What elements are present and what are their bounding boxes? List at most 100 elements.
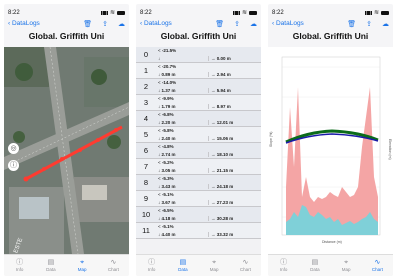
tab-chart[interactable]: ∿ Chart	[98, 255, 129, 276]
back-button[interactable]: ‹ DataLogs	[272, 20, 304, 27]
cloud-icon[interactable]: ☁	[382, 20, 389, 28]
table-row[interactable]: 3 < -9.9% ↓ 1.79 m → 8.97 m	[136, 95, 261, 111]
elevation-text: 4.18 m	[161, 215, 176, 221]
slope-value: < -20.7%	[158, 64, 177, 70]
elevation-text: 3.67 m	[161, 199, 176, 205]
wifi-icon: ≋	[109, 10, 115, 16]
distance-text: 33.32 m	[216, 231, 234, 237]
tab-data[interactable]: ▤ Data	[299, 255, 330, 276]
tab-chart[interactable]: ∿ Chart	[230, 255, 261, 276]
trash-icon[interactable]: 🗑	[83, 20, 92, 28]
trash-icon[interactable]: 🗑	[347, 20, 356, 28]
tab-label: Map	[77, 267, 87, 272]
table-row[interactable]: 5 < -5.8% ↓ 2.40 m → 15.06 m	[136, 127, 261, 143]
trash-icon[interactable]: 🗑	[215, 20, 224, 28]
tab-label: Data	[310, 267, 320, 272]
elevation-text: 1.37 m	[161, 87, 176, 93]
elevation-value: ↓ 3.67 m	[158, 199, 176, 205]
table-row[interactable]: 8 < -5.3% ↓ 3.43 m → 24.18 m	[136, 175, 261, 191]
table-row[interactable]: 4 < -6.8% ↓ 2.20 m → 12.01 m	[136, 111, 261, 127]
share-icon[interactable]: ⇪	[234, 20, 240, 28]
data-icon: ▤	[47, 259, 55, 266]
slope-text: -5.3%	[161, 176, 174, 182]
back-button[interactable]: ‹ DataLogs	[8, 20, 40, 27]
info-icon: ⓘ	[148, 259, 156, 266]
row-index: 11	[142, 226, 150, 235]
slope-value: < -5.1%	[158, 224, 174, 230]
tab-map[interactable]: ⌖ Map	[331, 255, 362, 276]
distance-text: 18.10 m	[216, 151, 234, 157]
distance-value: → 2.94 m	[208, 71, 261, 77]
elevation-text: 4.40 m	[161, 231, 176, 237]
table-row[interactable]: 0 < -21.5% ↓ → 0.00 m	[136, 47, 261, 63]
data-list[interactable]: 0 < -21.5% ↓ → 0.00 m 1 < -20.7% ↓ 0.89 m → 2.…	[136, 47, 261, 254]
table-row[interactable]: 7 < -5.2% ↓ 3.05 m → 21.15 m	[136, 159, 261, 175]
row-index: 9	[143, 194, 149, 203]
elevation-text: 2.40 m	[161, 135, 176, 141]
tab-info[interactable]: ⓘ Info	[4, 255, 35, 276]
status-time: 8:22	[272, 9, 284, 16]
table-row[interactable]: 9 < -5.1% ↓ 3.67 m → 27.23 m	[136, 191, 261, 207]
row-line-bottom: ↓ 1.37 m → 5.94 m	[156, 87, 261, 95]
tab-data[interactable]: ▤ Data	[35, 255, 66, 276]
slope-text: -6.8%	[161, 112, 174, 118]
elevation-value: ↓ 2.40 m	[158, 135, 176, 141]
elevation-text: 2.74 m	[161, 151, 176, 157]
row-line-bottom: ↓ 2.74 m → 18.10 m	[156, 151, 261, 159]
status-bar: 8:22 ≋	[4, 8, 129, 17]
table-row[interactable]: 2 < -14.0% ↓ 1.37 m → 5.94 m	[136, 79, 261, 95]
tab-info[interactable]: ⓘ Info	[136, 255, 167, 276]
info-button[interactable]: ⓘ	[8, 160, 19, 171]
nav-bar: ‹ DataLogs 🗑 ⇪ ☁	[268, 17, 393, 30]
row-line-top: < -5.8%	[156, 127, 261, 135]
slope-value: < -5.3%	[158, 176, 174, 182]
location-button[interactable]: ◎	[8, 143, 19, 154]
map-view[interactable]: ESTE ◎ ⓘ	[4, 47, 129, 254]
tab-label: Info	[279, 267, 288, 272]
distance-text: 12.01 m	[216, 119, 234, 125]
elevation-text: 3.05 m	[161, 167, 176, 173]
cloud-icon[interactable]: ☁	[118, 20, 125, 28]
row-index: 7	[143, 162, 149, 171]
elevation-text: 1.79 m	[161, 103, 176, 109]
table-row[interactable]: 1 < -20.7% ↓ 0.89 m → 2.94 m	[136, 63, 261, 79]
slope-text: -5.1%	[161, 192, 174, 198]
row-index: 4	[143, 114, 149, 123]
battery-icon	[381, 10, 389, 15]
table-row[interactable]: 11 < -5.1% ↓ 4.40 m → 33.32 m	[136, 223, 261, 239]
cloud-icon[interactable]: ☁	[250, 20, 257, 28]
chart-icon: ∿	[374, 259, 381, 266]
signal-icon	[232, 10, 240, 15]
row-cells: < -5.1% ↓ 3.67 m → 27.23 m	[156, 191, 261, 206]
tab-chart[interactable]: ∿ Chart	[362, 255, 393, 276]
distance-text: 5.94 m	[216, 87, 231, 93]
tab-label: Data	[46, 267, 56, 272]
tab-data[interactable]: ▤ Data	[167, 255, 198, 276]
row-line-bottom: ↓ 2.40 m → 15.06 m	[156, 135, 261, 143]
row-cells: < -4.8% ↓ 2.74 m → 18.10 m	[156, 143, 261, 158]
row-cells: < -21.5% ↓ → 0.00 m	[156, 47, 261, 62]
row-line-bottom: ↓ 3.05 m → 21.15 m	[156, 167, 261, 175]
map-icon: ⌖	[344, 259, 349, 266]
tab-label: Map	[209, 267, 219, 272]
distance-text: 24.18 m	[216, 183, 234, 189]
table-row[interactable]: 10 < -6.5% ↓ 4.18 m → 30.28 m	[136, 207, 261, 223]
table-row[interactable]: 6 < -4.8% ↓ 2.74 m → 18.10 m	[136, 143, 261, 159]
tab-info[interactable]: ⓘ Info	[268, 255, 299, 276]
back-button[interactable]: ‹ DataLogs	[140, 20, 172, 27]
chart-area[interactable]: Slope (%) Elevation (m) Distance (m)	[268, 47, 393, 254]
tab-label: Map	[341, 267, 351, 272]
share-icon[interactable]: ⇪	[102, 20, 108, 28]
map-icon: ⌖	[80, 259, 85, 266]
distance-value: → 27.23 m	[208, 199, 261, 205]
share-icon[interactable]: ⇪	[366, 20, 372, 28]
row-line-top: < -5.1%	[156, 191, 261, 199]
row-line-top: < -6.5%	[156, 207, 261, 215]
elevation-text: 3.43 m	[161, 183, 176, 189]
tab-bar: ⓘ Info ▤ Data ⌖ Map ∿ Chart	[268, 254, 393, 276]
row-index: 6	[143, 146, 149, 155]
tab-label: Chart	[239, 267, 251, 272]
tab-map[interactable]: ⌖ Map	[199, 255, 230, 276]
chart-icon: ∿	[242, 259, 249, 266]
tab-map[interactable]: ⌖ Map	[67, 255, 98, 276]
